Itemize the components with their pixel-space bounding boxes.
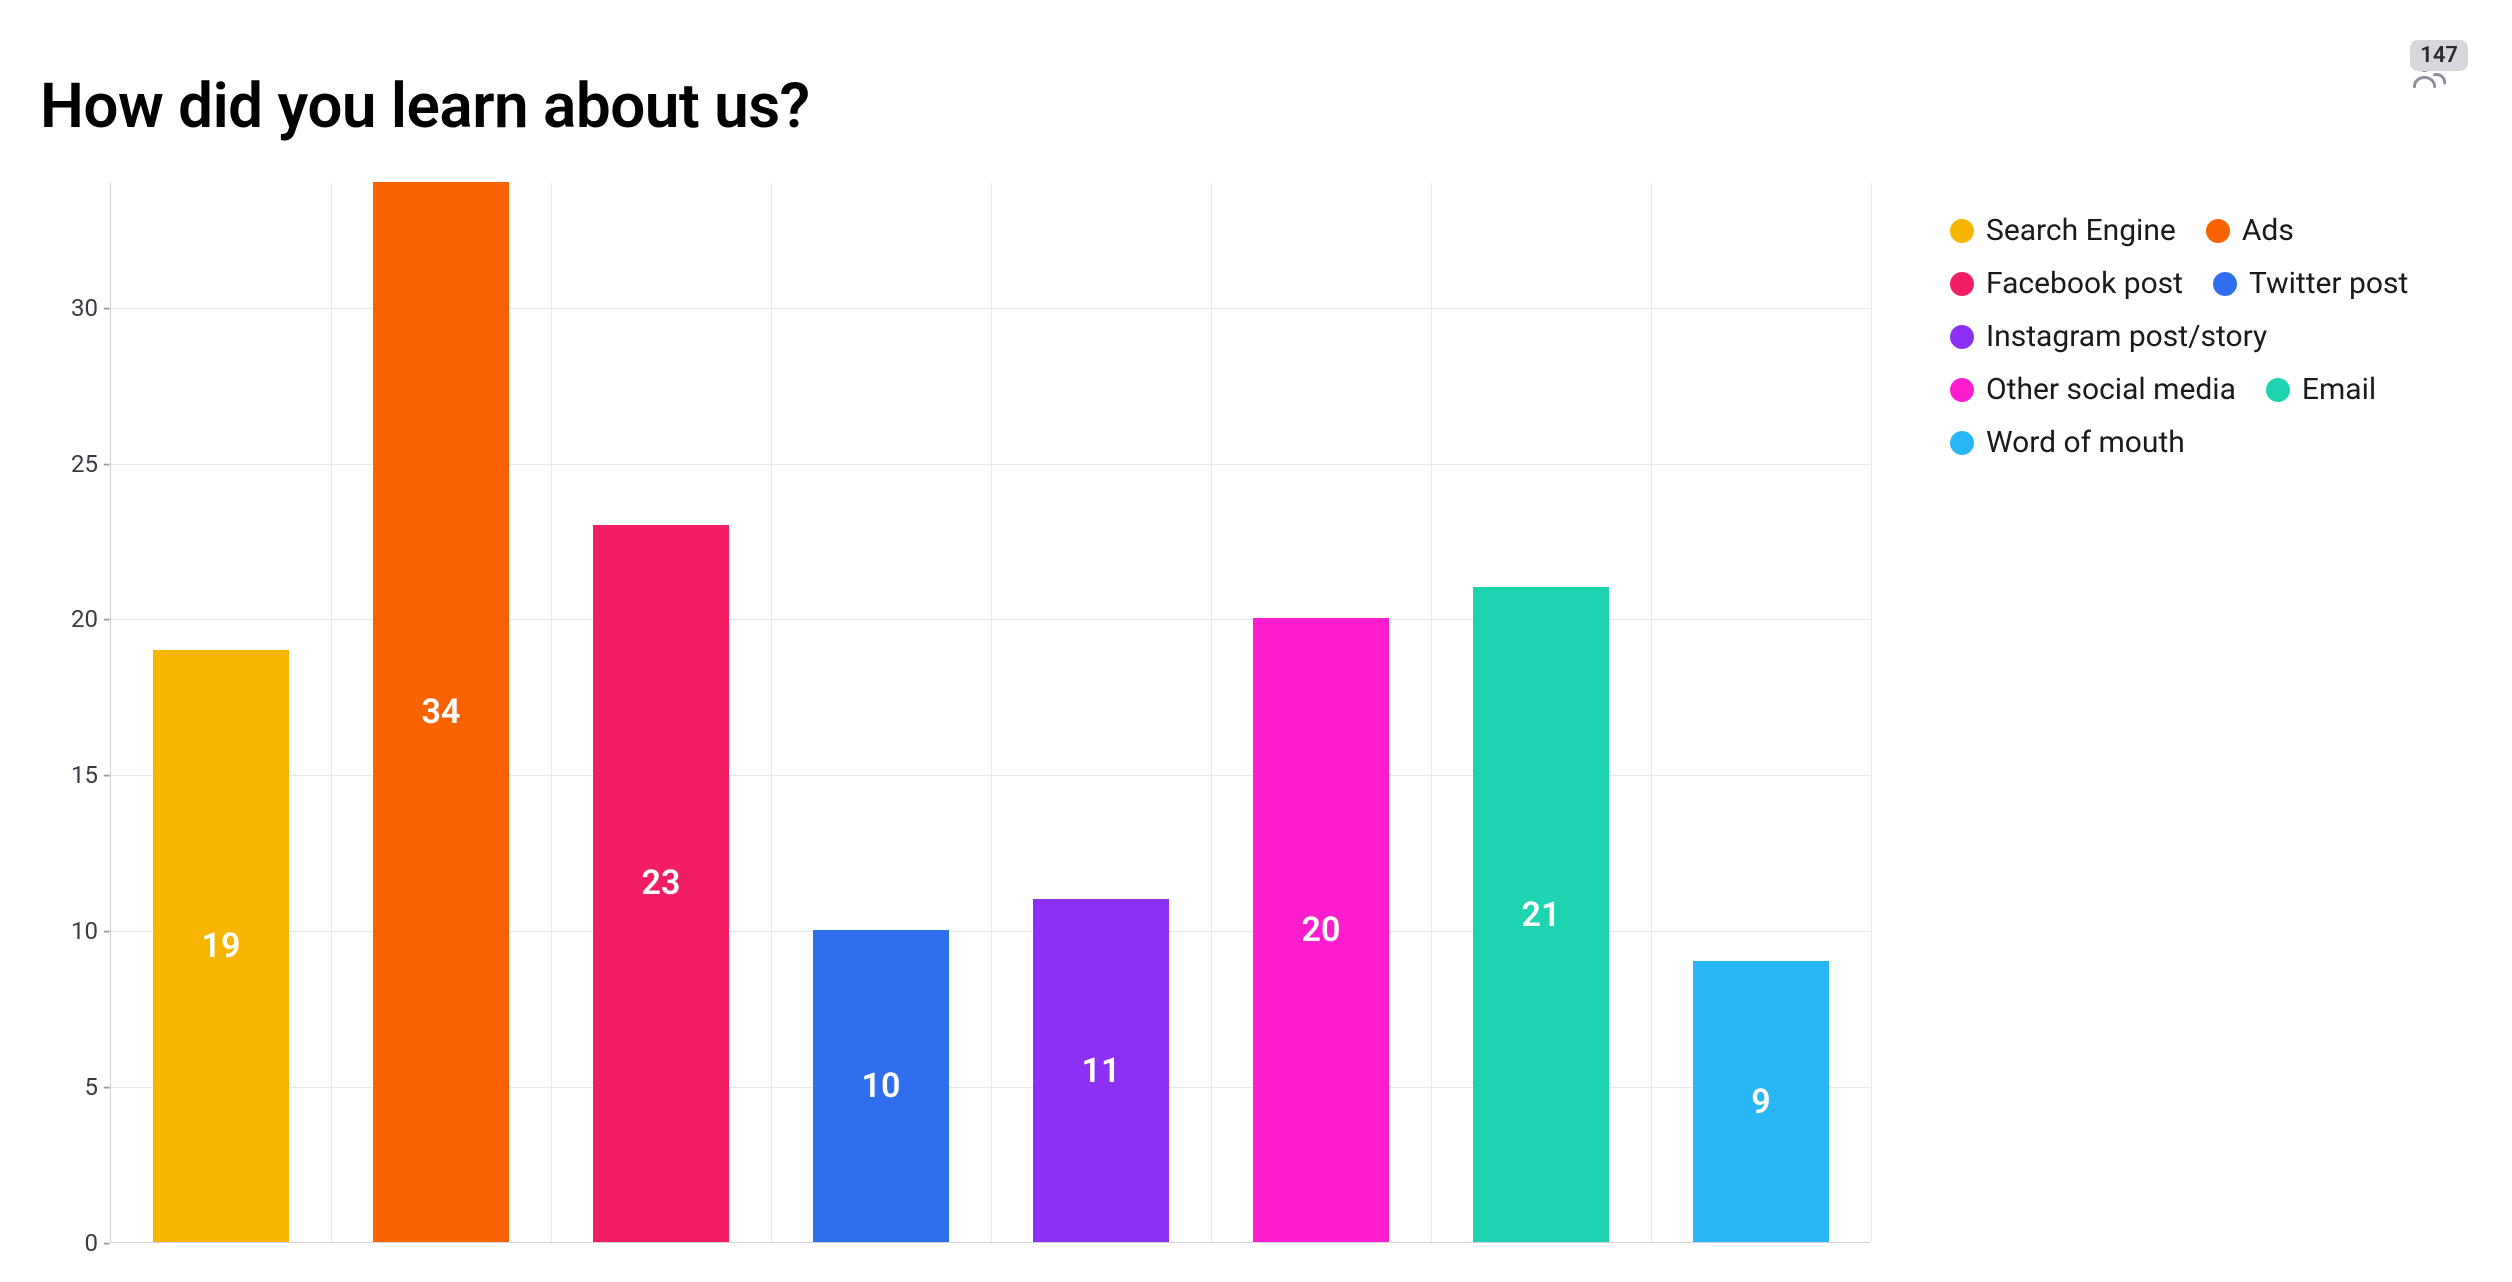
bar-value-label: 20	[1302, 910, 1341, 950]
y-tick-label: 5	[40, 1073, 98, 1101]
legend-label: Instagram post/story	[1986, 319, 2267, 354]
legend-label: Ads	[2242, 213, 2294, 248]
users-icon	[2408, 79, 2452, 98]
legend-label: Email	[2302, 372, 2376, 407]
bar-value-label: 9	[1751, 1082, 1770, 1122]
legend: Search Engine Ads Facebook post Twitter pos…	[1950, 213, 2472, 460]
y-tick-label: 0	[40, 1229, 98, 1257]
legend-item-ads[interactable]: Ads	[2206, 213, 2294, 248]
y-tick-label: 20	[40, 605, 98, 633]
legend-swatch	[1950, 378, 1974, 402]
legend-label: Twitter post	[2249, 266, 2408, 301]
bar-value-label: 19	[202, 926, 241, 966]
chart-title: How did you learn about us?	[40, 70, 810, 143]
bar-instagram-post-story[interactable]: 11	[1033, 899, 1169, 1242]
bar-value-label: 21	[1522, 895, 1561, 935]
legend-swatch	[1950, 219, 1974, 243]
plot-area: 19 34 23 10 11 20 21 9	[110, 183, 1870, 1243]
legend-item-word-of-mouth[interactable]: Word of mouth	[1950, 425, 2185, 460]
respondents-count: 147	[2410, 40, 2468, 71]
legend-label: Other social media	[1986, 372, 2236, 407]
bar-search-engine[interactable]: 19	[153, 650, 289, 1242]
legend-item-email[interactable]: Email	[2266, 372, 2376, 407]
legend-label: Word of mouth	[1986, 425, 2185, 460]
bar-ads[interactable]: 34	[373, 182, 509, 1242]
bar-value-label: 11	[1082, 1051, 1121, 1091]
chart-zone: 0 5 10 15 20 25 30 19 34 23 10 11 20 21 9	[40, 183, 1910, 1263]
legend-swatch	[2213, 272, 2237, 296]
y-tick-label: 15	[40, 761, 98, 789]
legend-item-other-social-media[interactable]: Other social media	[1950, 372, 2236, 407]
bar-value-label: 23	[642, 863, 681, 903]
bar-value-label: 10	[862, 1066, 901, 1106]
chart-card: How did you learn about us? 147 0 5 10 15 20…	[0, 0, 2512, 1282]
legend-swatch	[2266, 378, 2290, 402]
bars-layer: 19 34 23 10 11 20 21 9	[111, 183, 1870, 1242]
bar-facebook-post[interactable]: 23	[593, 525, 729, 1242]
legend-label: Search Engine	[1986, 213, 2176, 248]
gridline-v	[1871, 183, 1872, 1242]
respondents-indicator[interactable]: 147	[2408, 50, 2452, 98]
bar-other-social-media[interactable]: 20	[1253, 618, 1389, 1242]
legend-item-search-engine[interactable]: Search Engine	[1950, 213, 2176, 248]
legend-swatch	[1950, 325, 1974, 349]
bar-twitter-post[interactable]: 10	[813, 930, 949, 1242]
legend-item-facebook-post[interactable]: Facebook post	[1950, 266, 2183, 301]
bar-value-label: 34	[422, 692, 461, 732]
y-tick-label: 25	[40, 450, 98, 478]
legend-swatch	[1950, 272, 1974, 296]
y-tick-label: 30	[40, 294, 98, 322]
header: How did you learn about us? 147	[40, 40, 2472, 143]
bar-word-of-mouth[interactable]: 9	[1693, 961, 1829, 1242]
y-tick-label: 10	[40, 917, 98, 945]
legend-swatch	[1950, 431, 1974, 455]
legend-swatch	[2206, 219, 2230, 243]
legend-item-twitter-post[interactable]: Twitter post	[2213, 266, 2408, 301]
legend-item-instagram-post-story[interactable]: Instagram post/story	[1950, 319, 2267, 354]
legend-label: Facebook post	[1986, 266, 2183, 301]
bar-email[interactable]: 21	[1473, 587, 1609, 1242]
chart-content: 0 5 10 15 20 25 30 19 34 23 10 11 20 21 9 Search Engi…	[40, 183, 2472, 1263]
